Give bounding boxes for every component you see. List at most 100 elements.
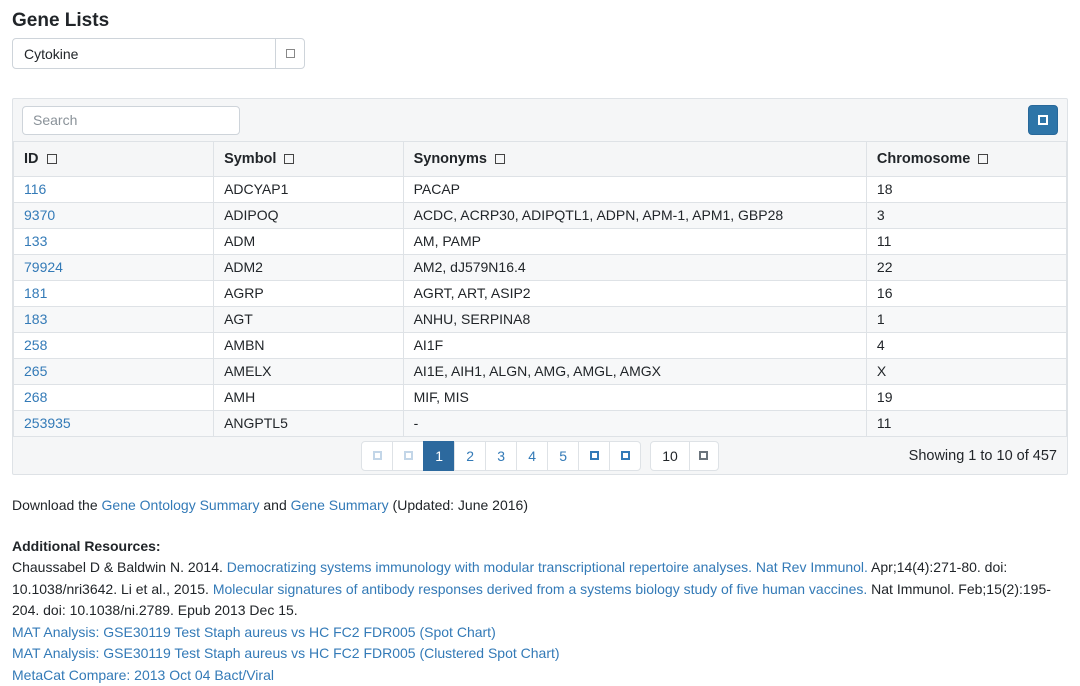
cell-id: 9370 — [14, 203, 214, 229]
cell-symbol: ADIPOQ — [214, 203, 404, 229]
cell-chromosome: 1 — [866, 307, 1066, 333]
next-page-button[interactable] — [578, 441, 610, 471]
page-button-3[interactable]: 3 — [485, 441, 517, 471]
page-button-1[interactable]: 1 — [423, 441, 455, 471]
last-page-button[interactable] — [609, 441, 641, 471]
table-row: 133ADMAM, PAMP11 — [14, 229, 1067, 255]
sort-icon — [284, 154, 294, 164]
symbol-text: AMELX — [224, 363, 271, 379]
column-header-symbol[interactable]: Symbol — [214, 142, 404, 177]
cell-chromosome: 4 — [866, 333, 1066, 359]
cell-id: 116 — [14, 177, 214, 203]
resource-links: MAT Analysis: GSE30119 Test Staph aureus… — [12, 622, 1068, 686]
search-input[interactable] — [22, 106, 240, 135]
sort-icon — [978, 154, 988, 164]
page-size-value[interactable]: 10 — [650, 441, 690, 471]
resource-link[interactable]: MAT Analysis: GSE30119 Test Staph aureus… — [12, 622, 1068, 644]
synonyms-text: AGRT, ART, ASIP2 — [414, 285, 531, 301]
sort-icon — [47, 154, 57, 164]
gene-id-link[interactable]: 258 — [24, 337, 47, 353]
synonyms-text: AI1F — [414, 337, 444, 353]
page-button-5[interactable]: 5 — [547, 441, 579, 471]
nri3642-article-link[interactable]: Democratizing systems immunology with mo… — [227, 559, 868, 575]
columns-toggle-button[interactable] — [1028, 105, 1058, 135]
cell-id: 253935 — [14, 411, 214, 437]
first-page-button[interactable] — [361, 441, 393, 471]
cell-id: 268 — [14, 385, 214, 411]
column-label: ID — [24, 151, 39, 167]
resource-link[interactable]: MetaCat Compare: 2013 Oct 04 Bact/Viral — [12, 665, 1068, 686]
chromosome-text: 4 — [877, 337, 885, 353]
dropdown-caret-icon — [699, 451, 708, 460]
synonyms-text: AI1E, AIH1, ALGN, AMG, AMGL, AMGX — [414, 363, 661, 379]
gene-list-select[interactable]: Cytokine — [12, 38, 305, 69]
chromosome-text: X — [877, 363, 886, 379]
cell-id: 133 — [14, 229, 214, 255]
gene-id-link[interactable]: 116 — [24, 181, 46, 197]
download-line: Download the Gene Ontology Summary and G… — [12, 495, 1068, 516]
column-header-chromosome[interactable]: Chromosome — [866, 142, 1066, 177]
cell-symbol: AGRP — [214, 281, 404, 307]
page-title: Gene Lists — [12, 10, 1068, 32]
resource-link[interactable]: MAT Analysis: GSE30119 Test Staph aureus… — [12, 643, 1068, 665]
chromosome-text: 1 — [877, 311, 885, 327]
gene-table-panel: ID Symbol SynonymsChromosome 116 ADCYAP1 PAC… — [12, 98, 1068, 475]
ni2789-article-link[interactable]: Molecular signatures of antibody respons… — [213, 581, 867, 597]
gene-id-link[interactable]: 253935 — [24, 415, 71, 431]
chromosome-text: 3 — [877, 207, 885, 223]
column-header-synonyms[interactable]: Synonyms — [403, 142, 866, 177]
page-button-4[interactable]: 4 — [516, 441, 548, 471]
symbol-text: ANGPTL5 — [224, 415, 288, 431]
page-size-dropdown-button[interactable] — [689, 441, 719, 471]
cell-symbol: AMBN — [214, 333, 404, 359]
column-label: Symbol — [224, 151, 276, 167]
gene-id-link[interactable]: 183 — [24, 311, 47, 327]
dropdown-caret-icon — [286, 49, 295, 58]
table-row: 183 AGT ANHU, SERPINA8 1 — [14, 307, 1067, 333]
gene-id-link[interactable]: 9370 — [24, 207, 55, 223]
page-button-2[interactable]: 2 — [454, 441, 486, 471]
symbol-text: ADM2 — [224, 259, 263, 275]
cell-symbol: AMELX — [214, 359, 404, 385]
cell-synonyms: ACDC, ACRP30, ADIPQTL1, ADPN, APM-1, APM… — [403, 203, 866, 229]
synonyms-text: ACDC, ACRP30, ADIPQTL1, ADPN, APM-1, APM… — [414, 207, 784, 223]
gene-id-link[interactable]: 265 — [24, 363, 47, 379]
table-toolbar — [13, 99, 1067, 141]
table-row: 181AGRPAGRT, ART, ASIP216 — [14, 281, 1067, 307]
cell-synonyms: MIF, MIS — [403, 385, 866, 411]
gene-id-link[interactable]: 181 — [24, 285, 47, 301]
cell-symbol: ADM — [214, 229, 404, 255]
cell-symbol: ADM2 — [214, 255, 404, 281]
gene-id-link[interactable]: 133 — [24, 233, 47, 249]
gene-id-link[interactable]: 268 — [24, 389, 47, 405]
download-text-post: (Updated: June 2016) — [389, 497, 528, 513]
cell-synonyms: AM2, dJ579N16.4 — [403, 255, 866, 281]
cell-symbol: AGT — [214, 307, 404, 333]
gene-list-dropdown-button[interactable] — [275, 38, 305, 69]
symbol-text: ADCYAP1 — [224, 181, 288, 197]
symbol-text: AMH — [224, 389, 255, 405]
citation-text-pre: Chaussabel D & Baldwin N. 2014. — [12, 559, 227, 575]
additional-resources-heading: Additional Resources: — [12, 536, 1068, 557]
table-row: 258 AMBN AI1F 4 — [14, 333, 1067, 359]
synonyms-text: - — [414, 415, 419, 431]
chromosome-text: 22 — [877, 259, 893, 275]
cell-synonyms: PACAP — [403, 177, 866, 203]
gene-id-link[interactable]: 79924 — [24, 259, 63, 275]
previous-page-button[interactable] — [392, 441, 424, 471]
gene-ontology-summary-link[interactable]: Gene Ontology Summary — [102, 497, 260, 513]
synonyms-text: PACAP — [414, 181, 460, 197]
column-header-id[interactable]: ID — [14, 142, 214, 177]
symbol-text: AGT — [224, 311, 253, 327]
table-header-row: ID Symbol SynonymsChromosome — [14, 142, 1067, 177]
cell-id: 79924 — [14, 255, 214, 281]
gene-table: ID Symbol SynonymsChromosome 116 ADCYAP1 PAC… — [13, 141, 1067, 437]
synonyms-text: ANHU, SERPINA8 — [414, 311, 531, 327]
page: Gene Lists Cytokine ID Symbol SynonymsChro… — [0, 10, 1080, 686]
chromosome-text: 11 — [877, 415, 892, 431]
gene-summary-link[interactable]: Gene Summary — [291, 497, 389, 513]
cell-chromosome: X — [866, 359, 1066, 385]
gene-list-select-value[interactable]: Cytokine — [12, 38, 276, 69]
pagination: 12345 — [361, 441, 641, 471]
page-size-select[interactable]: 10 — [650, 441, 719, 471]
